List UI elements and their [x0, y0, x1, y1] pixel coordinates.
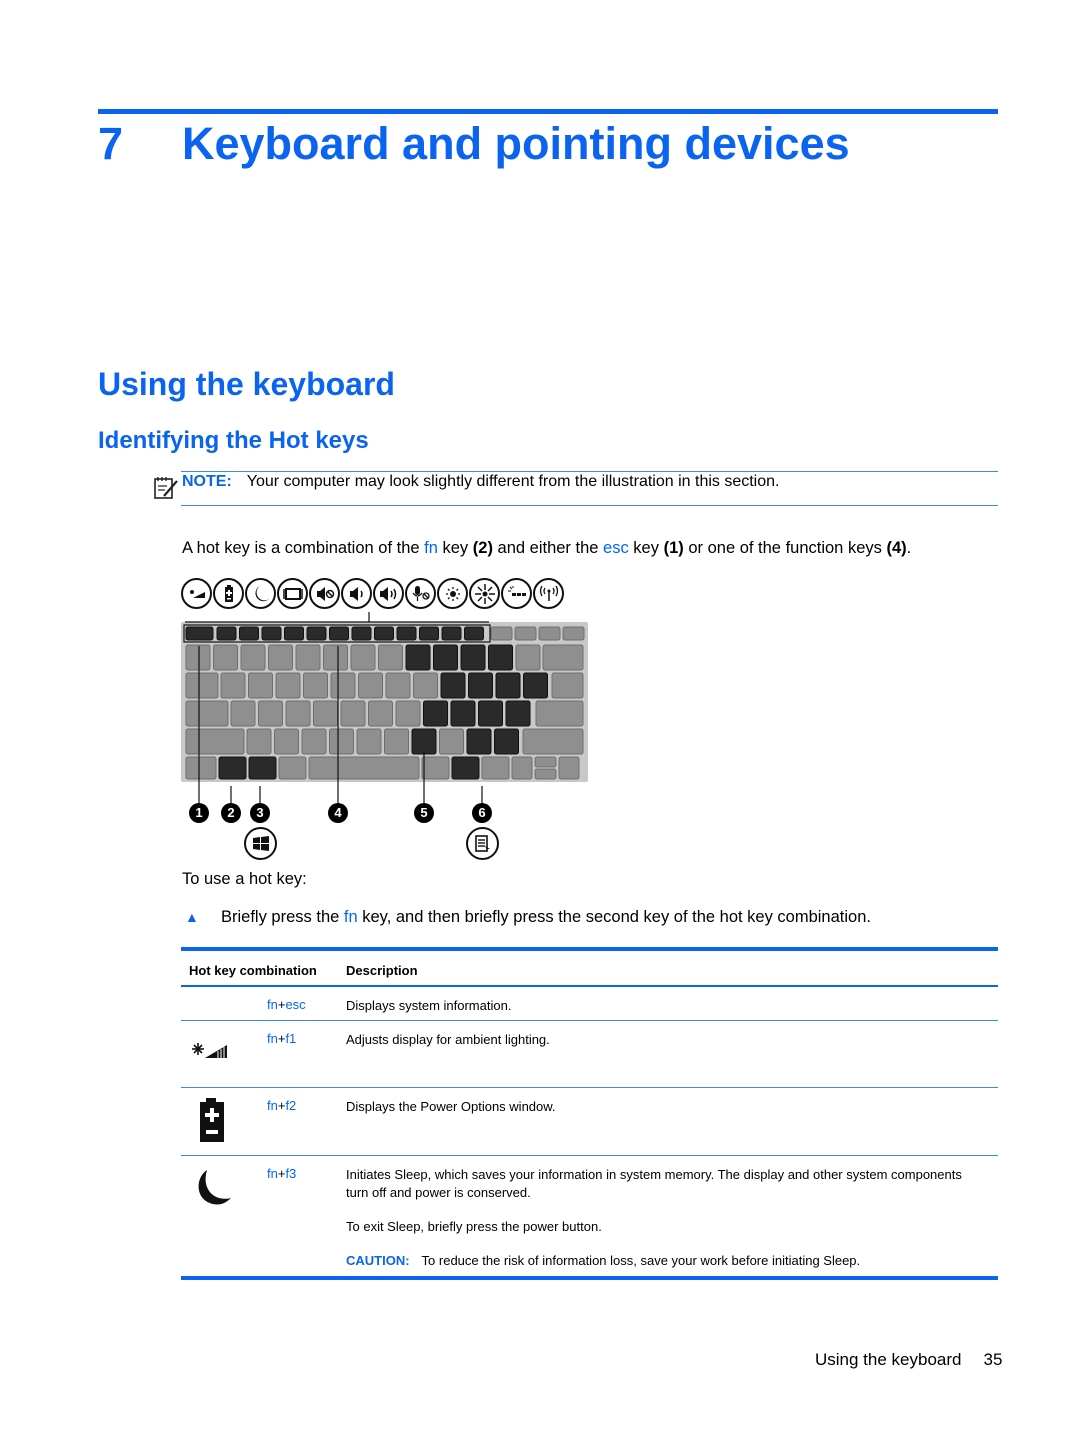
- battery-icon: [198, 1098, 226, 1147]
- intro-text: and either the: [492, 539, 604, 557]
- caution-label: CAUTION:: [346, 1253, 410, 1268]
- sleep-moon-icon: [245, 578, 276, 609]
- note-text: Your computer may look slightly differen…: [246, 473, 780, 490]
- mute-icon: [309, 578, 340, 609]
- hot-key-description: Initiates Sleep, which saves your inform…: [346, 1167, 962, 1200]
- function-key-icon-strip: [181, 578, 591, 614]
- table-row: fn+esc Displays system information.: [181, 987, 998, 1021]
- callout-ref-1: (1): [663, 539, 684, 557]
- callout-4: 4: [328, 803, 348, 823]
- keyboard-backlight-icon: [501, 578, 532, 609]
- callout-numbers: 1 2 3 4 5 6: [183, 800, 503, 864]
- battery-icon: [213, 578, 244, 609]
- caution: CAUTION: To reduce the risk of informatio…: [346, 1253, 860, 1268]
- hot-key-combo: fn+f1: [267, 1031, 297, 1046]
- wireless-icon: [533, 578, 564, 609]
- fn-key-ref: fn: [343, 908, 358, 926]
- intro-text: key: [628, 539, 664, 557]
- note: NOTE: Your computer may look slightly dif…: [182, 473, 779, 491]
- callout-ref-2: (2): [472, 539, 493, 557]
- hot-key-extra-note: To exit Sleep, briefly press the power b…: [346, 1219, 602, 1234]
- triangle-bullet-icon: ▲: [185, 909, 199, 925]
- table-header: Hot key combination Description: [181, 951, 998, 985]
- callout-6: 6: [472, 803, 492, 823]
- hot-key-description: Adjusts display for ambient lighting.: [346, 1032, 550, 1047]
- volume-up-icon: [373, 578, 404, 609]
- hot-key-table: Hot key combination Description fn+esc D…: [181, 947, 998, 1280]
- header-hot-key-combination: Hot key combination: [189, 963, 317, 978]
- note-pencil-icon: [153, 475, 179, 501]
- ambient-light-icon: [191, 1041, 235, 1064]
- sleep-moon-icon: [193, 1168, 233, 1211]
- hot-key-combo: fn+esc: [267, 997, 306, 1012]
- hot-key-description: Displays system information.: [346, 998, 512, 1013]
- brightness-down-icon: [437, 578, 468, 609]
- chapter-title: 7 Keyboard and pointing devices: [98, 118, 850, 170]
- callout-leader-lines: [185, 612, 489, 805]
- page-footer: Using the keyboard 35: [815, 1350, 1002, 1370]
- esc-key-ref: esc: [603, 539, 629, 557]
- callout-ref-4: (4): [886, 539, 907, 557]
- chapter-number: 7: [98, 118, 124, 169]
- table-row: fn+f2 Displays the Power Options window.: [181, 1088, 998, 1156]
- hot-key-combo: fn+f2: [267, 1098, 297, 1113]
- header-description: Description: [346, 963, 418, 978]
- intro-text: .: [906, 539, 912, 557]
- footer-section: Using the keyboard: [815, 1350, 962, 1369]
- intro-text: or one of the function keys: [683, 539, 887, 557]
- usage-step-text: key, and then briefly press the second k…: [357, 908, 871, 926]
- intro-paragraph: A hot key is a combination of the fn key…: [182, 539, 911, 558]
- intro-text: key: [437, 539, 473, 557]
- windows-logo-icon: [244, 827, 277, 860]
- section-title: Using the keyboard: [98, 366, 395, 402]
- volume-down-icon: [341, 578, 372, 609]
- usage-step: ▲ Briefly press the fn key, and then brie…: [185, 908, 871, 927]
- fn-key-ref: fn: [424, 539, 438, 557]
- note-rule-top: [181, 471, 998, 472]
- callout-2: 2: [221, 803, 241, 823]
- usage-step-text: Briefly press the: [221, 908, 344, 926]
- table-row: fn+f1 Adjusts display for ambient lighti…: [181, 1021, 998, 1088]
- page-number: 35: [983, 1350, 1003, 1369]
- brightness-up-icon: [469, 578, 500, 609]
- callout-5: 5: [414, 803, 434, 823]
- note-label: NOTE:: [182, 473, 232, 490]
- table-bottom-rule: [181, 1276, 998, 1280]
- chapter-rule: [98, 109, 998, 114]
- mic-mute-icon: [405, 578, 436, 609]
- callout-3: 3: [250, 803, 270, 823]
- hot-key-combo: fn+f3: [267, 1166, 297, 1181]
- callout-1: 1: [189, 803, 209, 823]
- hot-key-description: Displays the Power Options window.: [346, 1099, 556, 1114]
- caution-text: To reduce the risk of information loss, …: [421, 1253, 861, 1268]
- usage-lead: To use a hot key:: [182, 870, 307, 888]
- chapter-title-text: Keyboard and pointing devices: [182, 118, 850, 169]
- intro-text: A hot key is a combination of the: [182, 539, 425, 557]
- table-row: fn+f3 Initiates Sleep, which saves your …: [181, 1156, 998, 1276]
- note-rule-bottom: [181, 505, 998, 506]
- ambient-light-icon: [181, 578, 212, 609]
- application-menu-icon: [466, 827, 499, 860]
- display-switch-icon: [277, 578, 308, 609]
- subsection-title: Identifying the Hot keys: [98, 427, 369, 454]
